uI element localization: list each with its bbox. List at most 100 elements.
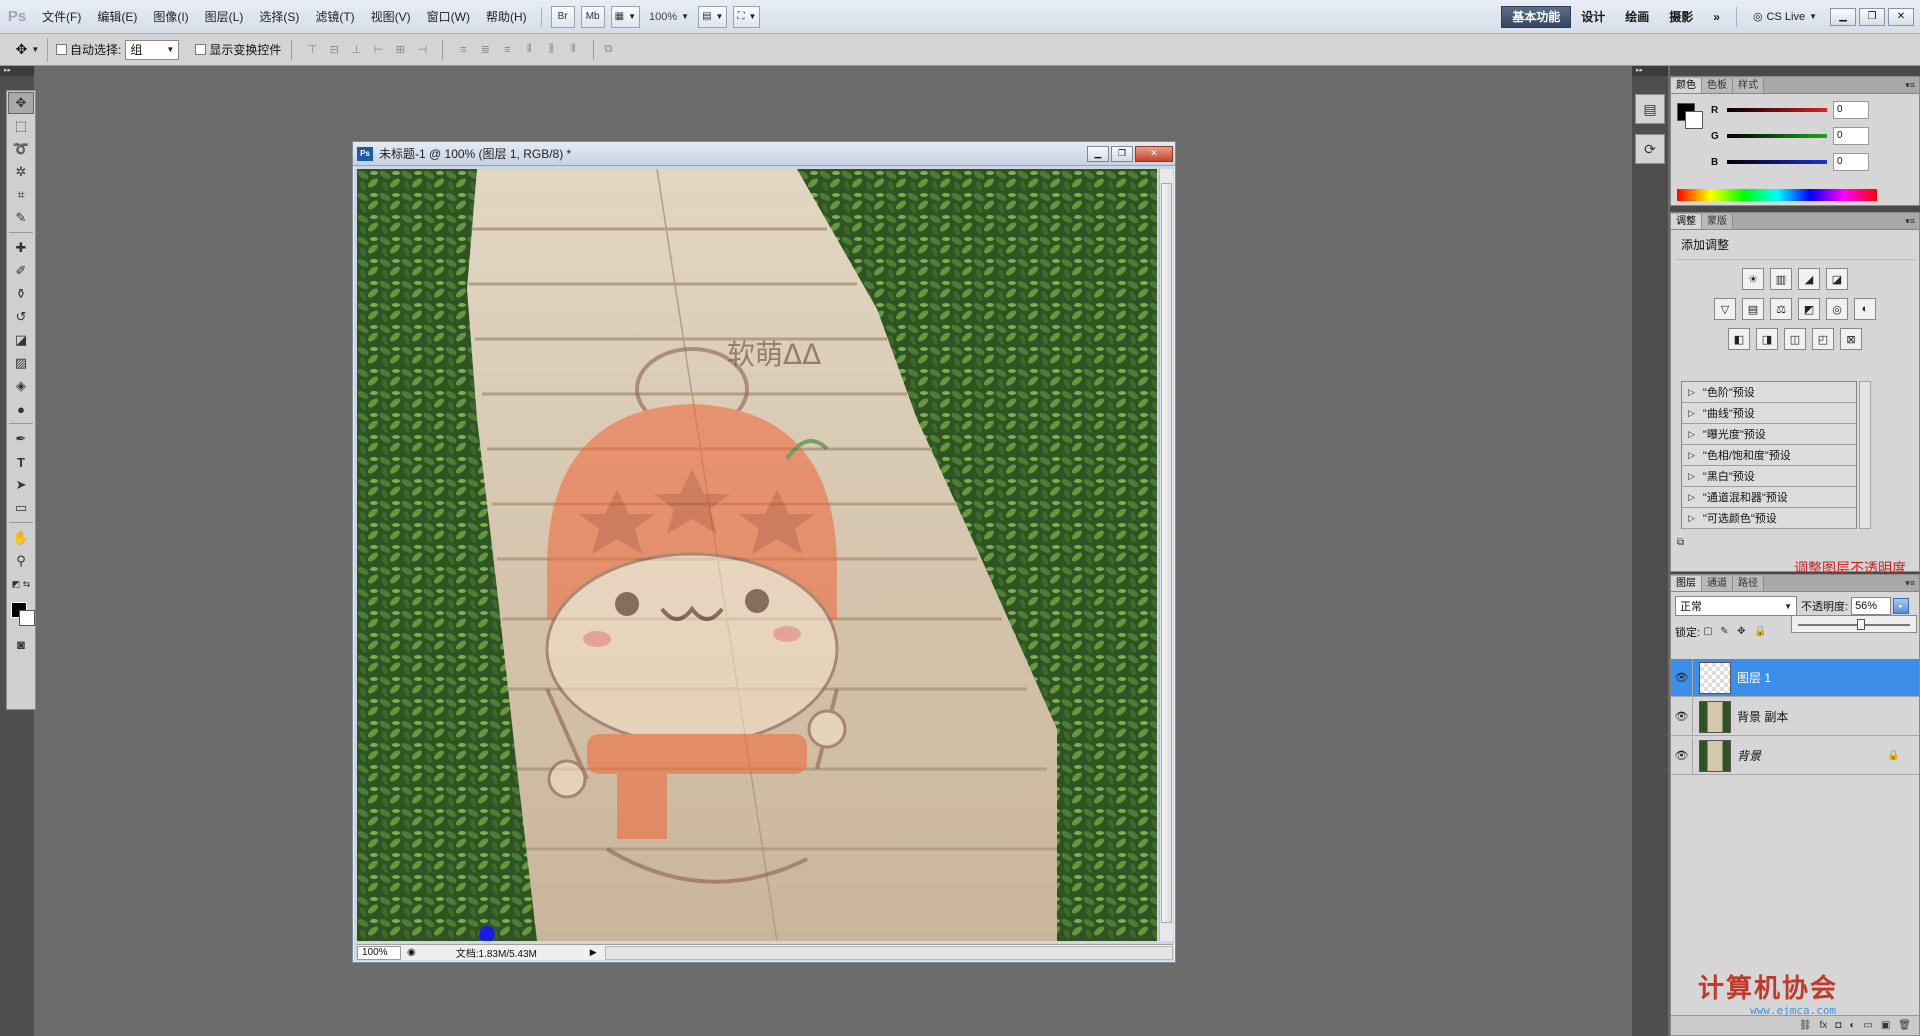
align-right-icon[interactable]: ⊣ <box>414 43 430 57</box>
green-value-field[interactable]: 0 <box>1833 127 1869 145</box>
history-brush-tool-icon[interactable]: ↺ <box>8 306 34 328</box>
lasso-tool-icon[interactable]: ➰ <box>8 138 34 160</box>
menu-select[interactable]: 选择(S) <box>251 0 307 34</box>
lock-image-icon[interactable]: ✎ <box>1720 626 1734 638</box>
workspace-photography[interactable]: 摄影 <box>1659 6 1703 28</box>
align-left-icon[interactable]: ⊢ <box>370 43 386 57</box>
layer-name[interactable]: 背景 <box>1737 747 1887 764</box>
type-tool-icon[interactable]: T <box>8 451 34 473</box>
panel-menu-icon[interactable]: ▾≡ <box>1905 576 1919 591</box>
levels-icon[interactable]: ▥ <box>1770 268 1792 290</box>
show-transform-checkbox[interactable] <box>195 44 207 55</box>
restore-button[interactable]: ❐ <box>1859 7 1885 26</box>
tab-styles[interactable]: 样式 <box>1733 78 1764 93</box>
distribute-top-icon[interactable]: ≡ <box>455 43 471 57</box>
curves-icon[interactable]: ◢ <box>1798 268 1820 290</box>
lock-position-icon[interactable]: ✥ <box>1737 626 1751 638</box>
blue-slider[interactable] <box>1727 160 1827 164</box>
distribute-right-icon[interactable]: ⫴ <box>565 43 581 57</box>
new-layer-icon[interactable]: ▣ <box>1881 1020 1890 1031</box>
preset-selective-color[interactable]: ▷ "可选颜色"预设 <box>1682 508 1856 529</box>
visibility-eye-icon[interactable]: 👁 <box>1671 697 1693 736</box>
dodge-tool-icon[interactable]: ● <box>8 398 34 420</box>
blue-value-field[interactable]: 0 <box>1833 153 1869 171</box>
doc-minimize-button[interactable]: ▁ <box>1087 145 1109 162</box>
panel-collapse-icon[interactable]: ▸▸ <box>0 66 34 76</box>
align-hcenter-icon[interactable]: ⊞ <box>392 43 408 57</box>
new-group-icon[interactable]: ▭ <box>1863 1020 1872 1031</box>
layer-name[interactable]: 图层 1 <box>1737 669 1919 686</box>
screen-mode-button[interactable]: ⛶ ▼ <box>733 5 761 28</box>
link-layers-icon[interactable]: ⛓ <box>1799 1020 1812 1031</box>
auto-select-dropdown[interactable]: 组 ▼ <box>125 39 180 60</box>
align-vcenter-icon[interactable]: ⊟ <box>326 43 342 57</box>
status-menu-arrow-icon[interactable]: ▶ <box>590 947 597 958</box>
tab-adjustments[interactable]: 调整 <box>1671 214 1702 229</box>
view-extras-button[interactable]: ▦ ▼ <box>610 5 641 28</box>
layer-style-icon[interactable]: fx <box>1820 1020 1828 1031</box>
align-bottom-icon[interactable]: ⊥ <box>348 43 364 57</box>
black-white-icon[interactable]: ◩ <box>1798 298 1820 320</box>
opacity-slider-popup[interactable] <box>1791 615 1917 633</box>
clip-to-layer-icon[interactable]: ⧉ <box>1677 537 1693 551</box>
preset-black-white[interactable]: ▷ "黑白"预设 <box>1682 466 1856 487</box>
blend-mode-select[interactable]: 正常 ▼ <box>1675 596 1797 616</box>
layer-row[interactable]: 👁 背景 副本 <box>1671 697 1919 736</box>
menu-filter[interactable]: 滤镜(T) <box>307 0 362 34</box>
opacity-slider-toggle[interactable]: ▸ <box>1893 598 1910 614</box>
workspace-painting[interactable]: 绘画 <box>1615 6 1659 28</box>
presets-scrollbar[interactable] <box>1859 381 1871 529</box>
color-swatches[interactable] <box>7 596 35 632</box>
quick-mask-icon[interactable]: ◙ <box>8 633 34 655</box>
tab-masks[interactable]: 蒙版 <box>1702 214 1733 229</box>
zoom-level-select[interactable]: 100% ▼ <box>649 11 689 23</box>
bridge-button[interactable]: Br <box>550 5 575 28</box>
hue-saturation-icon[interactable]: ▤ <box>1742 298 1764 320</box>
clone-stamp-tool-icon[interactable]: ⚱ <box>8 283 34 305</box>
posterize-icon[interactable]: ◨ <box>1756 328 1778 350</box>
workspace-design[interactable]: 设计 <box>1571 6 1615 28</box>
crop-tool-icon[interactable]: ⌗ <box>8 184 34 206</box>
preset-curves[interactable]: ▷ "曲线"预设 <box>1682 403 1856 424</box>
panel-collapse-icon[interactable]: ▸▸ <box>1632 66 1668 76</box>
color-balance-icon[interactable]: ⚖ <box>1770 298 1792 320</box>
vibrance-icon[interactable]: ▽ <box>1714 298 1736 320</box>
shape-tool-icon[interactable]: ▭ <box>8 497 34 519</box>
channel-mixer-icon[interactable]: ◐ <box>1854 298 1876 320</box>
doc-close-button[interactable]: ✕ <box>1135 145 1173 162</box>
opacity-slider-handle[interactable] <box>1857 619 1866 630</box>
tab-channels[interactable]: 通道 <box>1702 576 1733 591</box>
doc-maximize-button[interactable]: ❐ <box>1111 145 1133 162</box>
align-top-icon[interactable]: ⊤ <box>304 43 320 57</box>
gradient-map-icon[interactable]: ◰ <box>1812 328 1834 350</box>
menu-image[interactable]: 图像(I) <box>145 0 196 34</box>
auto-align-icon[interactable]: ⧉ <box>600 43 616 57</box>
threshold-icon[interactable]: ◫ <box>1784 328 1806 350</box>
eraser-tool-icon[interactable]: ◪ <box>8 329 34 351</box>
gradient-tool-icon[interactable]: ▨ <box>8 352 34 374</box>
quick-select-tool-icon[interactable]: ✲ <box>8 161 34 183</box>
tool-preset-picker[interactable]: ✥ ▼ <box>8 37 48 62</box>
auto-select-checkbox[interactable] <box>56 44 67 55</box>
minimize-button[interactable]: ▁ <box>1830 7 1856 26</box>
tab-swatches[interactable]: 色板 <box>1702 78 1733 93</box>
preset-hue-saturation[interactable]: ▷ "色相/饱和度"预设 <box>1682 445 1856 466</box>
move-tool-icon[interactable]: ✥ <box>8 92 34 114</box>
red-slider[interactable] <box>1727 108 1827 112</box>
document-titlebar[interactable]: Ps 未标题-1 @ 100% (图层 1, RGB/8) * ▁ ❐ ✕ <box>353 142 1175 166</box>
swap-colors-icon[interactable]: ◩ ⇆ <box>8 573 34 595</box>
lock-transparent-icon[interactable]: ▢ <box>1703 626 1717 638</box>
workspace-essentials[interactable]: 基本功能 <box>1501 5 1572 28</box>
status-icon[interactable]: ◉ <box>407 947 416 958</box>
layer-name[interactable]: 背景 副本 <box>1737 708 1919 725</box>
panel-menu-icon[interactable]: ▾≡ <box>1905 214 1919 229</box>
new-adjustment-layer-icon[interactable]: ◐ <box>1849 1020 1855 1031</box>
delete-layer-icon[interactable]: 🗑 <box>1898 1020 1911 1031</box>
menu-edit[interactable]: 编辑(E) <box>89 0 145 34</box>
tab-layers[interactable]: 图层 <box>1671 576 1702 591</box>
actions-panel-icon[interactable]: ⟳ <box>1635 134 1665 164</box>
red-value-field[interactable]: 0 <box>1833 101 1869 119</box>
blur-tool-icon[interactable]: ◈ <box>8 375 34 397</box>
photo-filter-icon[interactable]: ◎ <box>1826 298 1848 320</box>
arrange-documents-button[interactable]: ▤ ▼ <box>698 5 728 28</box>
